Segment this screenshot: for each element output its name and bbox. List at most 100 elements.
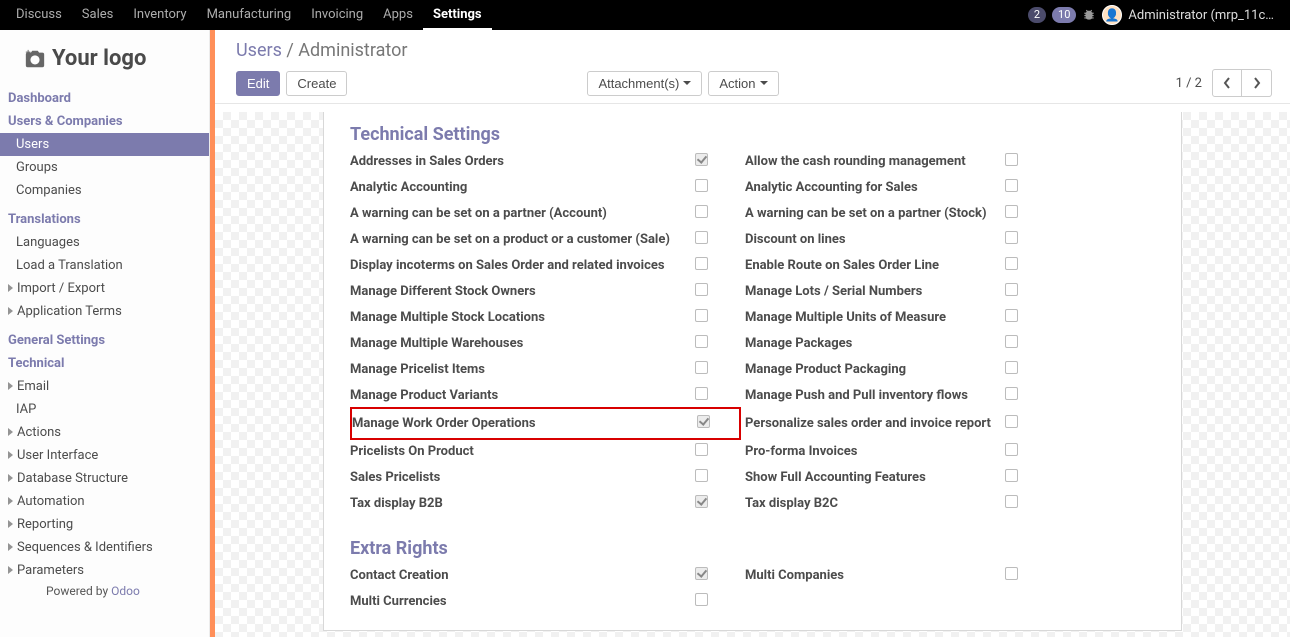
sidebar-item-email[interactable]: Email [0,375,209,398]
setting-checkbox[interactable] [695,231,708,244]
sidebar-item-database-structure[interactable]: Database Structure [0,467,209,490]
setting-label: Pro-forma Invoices [745,444,1005,459]
setting-label: Multi Currencies [350,594,695,609]
setting-checkbox[interactable] [695,387,708,400]
setting-checkbox[interactable] [695,257,708,270]
setting-checkbox[interactable] [1005,443,1018,456]
setting-checkbox[interactable] [1005,205,1018,218]
setting-label: Multi Companies [745,568,1005,583]
sidebar-users-companies[interactable]: Users & Companies [0,110,209,133]
debug-icon[interactable] [1082,8,1096,22]
topmenu-discuss[interactable]: Discuss [6,0,72,30]
chevron-right-icon [8,471,17,486]
setting-checkbox[interactable] [1005,335,1018,348]
setting-checkbox[interactable] [1005,469,1018,482]
setting-checkbox[interactable] [1005,153,1018,166]
setting-checkbox[interactable] [695,443,708,456]
setting-checkbox[interactable] [1005,257,1018,270]
setting-label: Manage Different Stock Owners [350,284,695,299]
setting-checkbox[interactable] [695,593,708,606]
setting-label: Contact Creation [350,568,695,583]
setting-checkbox[interactable] [695,361,708,374]
sidebar-item-application-terms[interactable]: Application Terms [0,300,209,323]
camera-icon [24,48,46,70]
setting-checkbox[interactable] [695,567,708,580]
sidebar-technical[interactable]: Technical [0,352,209,375]
setting-label: Analytic Accounting [350,180,695,195]
setting-checkbox[interactable] [1005,495,1018,508]
create-button[interactable]: Create [286,71,347,96]
setting-label: Addresses in Sales Orders [350,154,695,169]
sidebar-item-load-translation[interactable]: Load a Translation [0,254,209,277]
topmenu-settings[interactable]: Settings [423,0,492,30]
topmenu-sales[interactable]: Sales [72,0,124,30]
section-extra-rights: Extra Rights [350,526,1155,567]
sidebar: Your logo Dashboard Users & Companies Us… [0,30,210,637]
chevron-right-icon [8,425,17,440]
sidebar-item-reporting[interactable]: Reporting [0,513,209,536]
sidebar-item-iap[interactable]: IAP [0,398,209,421]
setting-label: A warning can be set on a product or a c… [350,232,695,247]
edit-button[interactable]: Edit [236,71,280,96]
sidebar-item-sequences[interactable]: Sequences & Identifiers [0,536,209,559]
setting-checkbox[interactable] [695,309,708,322]
sidebar-item-groups[interactable]: Groups [0,156,209,179]
setting-checkbox[interactable] [695,153,708,166]
setting-checkbox[interactable] [1005,179,1018,192]
messages-badge[interactable]: 10 [1052,7,1076,23]
topmenu-inventory[interactable]: Inventory [123,0,196,30]
topmenu-manufacturing[interactable]: Manufacturing [197,0,302,30]
setting-checkbox[interactable] [695,283,708,296]
setting-label: Analytic Accounting for Sales [745,180,1005,195]
setting-checkbox[interactable] [1005,309,1018,322]
setting-label: Tax display B2C [745,496,1005,511]
pager-prev[interactable] [1212,69,1242,97]
setting-label: Personalize sales order and invoice repo… [745,416,1005,431]
setting-checkbox[interactable] [695,205,708,218]
setting-label: Manage Work Order Operations [352,416,697,431]
pager-next[interactable] [1242,69,1272,97]
sidebar-item-import-export[interactable]: Import / Export [0,277,209,300]
setting-checkbox[interactable] [1005,283,1018,296]
sidebar-item-user-interface[interactable]: User Interface [0,444,209,467]
sidebar-item-languages[interactable]: Languages [0,231,209,254]
setting-checkbox[interactable] [1005,567,1018,580]
setting-label: Manage Multiple Warehouses [350,336,695,351]
setting-label: Allow the cash rounding management [745,154,1005,169]
sidebar-item-actions[interactable]: Actions [0,421,209,444]
chevron-left-icon [1223,77,1231,89]
topmenu-invoicing[interactable]: Invoicing [301,0,373,30]
setting-checkbox[interactable] [1005,361,1018,374]
setting-label: Manage Product Variants [350,388,695,403]
user-menu[interactable]: Administrator (mrp_11c… [1128,8,1274,23]
caret-down-icon [760,81,768,85]
setting-checkbox[interactable] [695,335,708,348]
setting-checkbox[interactable] [697,415,710,428]
setting-checkbox[interactable] [695,179,708,192]
setting-checkbox[interactable] [695,469,708,482]
sidebar-dashboard[interactable]: Dashboard [0,87,209,110]
setting-checkbox[interactable] [1005,387,1018,400]
setting-checkbox[interactable] [1005,415,1018,428]
breadcrumb-users[interactable]: Users [236,40,282,61]
setting-label: Show Full Accounting Features [745,470,1005,485]
activity-badge[interactable]: 2 [1028,7,1046,23]
topmenu-apps[interactable]: Apps [373,0,423,30]
setting-checkbox[interactable] [695,495,708,508]
sidebar-item-automation[interactable]: Automation [0,490,209,513]
sidebar-translations[interactable]: Translations [0,208,209,231]
sidebar-item-companies[interactable]: Companies [0,179,209,202]
logo[interactable]: Your logo [0,30,209,87]
chevron-right-icon [1253,77,1261,89]
attachments-button[interactable]: Attachment(s) [587,71,702,96]
setting-label: Manage Push and Pull inventory flows [745,388,1005,403]
action-button[interactable]: Action [708,71,778,96]
chevron-right-icon [8,540,17,555]
sidebar-item-users[interactable]: Users [0,133,209,156]
odoo-link[interactable]: Odoo [111,584,140,598]
setting-checkbox[interactable] [1005,231,1018,244]
user-avatar[interactable]: 👤 [1102,5,1122,25]
sidebar-item-parameters[interactable]: Parameters [0,559,209,582]
pager-text[interactable]: 1 / 2 [1176,76,1202,91]
sidebar-general-settings[interactable]: General Settings [0,329,209,352]
